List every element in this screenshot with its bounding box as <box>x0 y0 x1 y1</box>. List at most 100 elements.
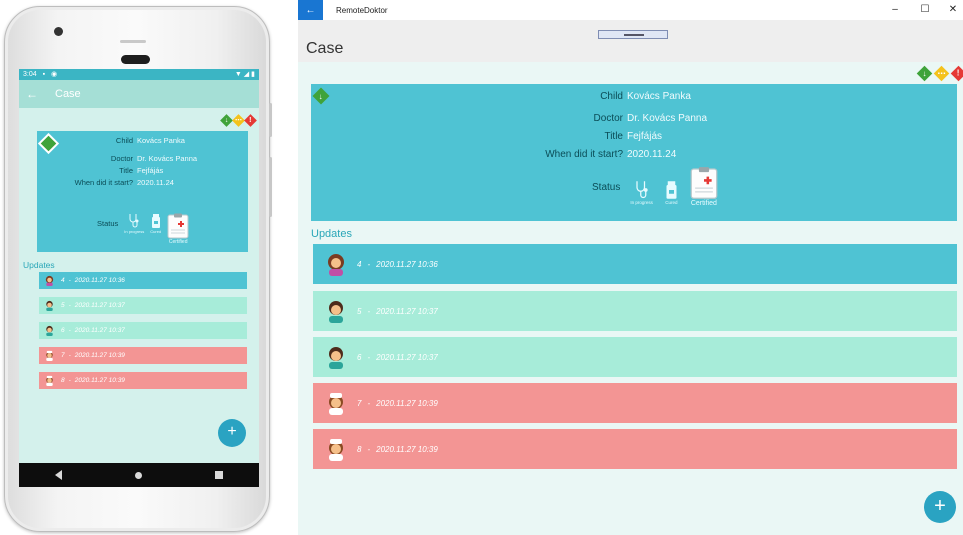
minimize-button[interactable]: – <box>880 0 910 20</box>
priority-high-icon[interactable]: ! <box>244 114 257 127</box>
field-child: Child Kovács Panka <box>37 135 248 147</box>
android-nav-bar <box>19 463 259 487</box>
status-label-certified: Certified <box>690 200 717 207</box>
status-cured[interactable]: Cured <box>150 213 161 234</box>
page-title: Case <box>55 88 81 100</box>
battery-icon: ▮ <box>251 71 255 78</box>
page-title: Case <box>306 40 344 57</box>
volume-button <box>269 103 272 137</box>
update-date: 2020.11.27 10:36 <box>74 277 125 284</box>
update-separator: - <box>367 398 371 408</box>
update-row[interactable]: 6 - 2020.11.27 10:37 <box>39 322 247 339</box>
field-value: Dr. Kovács Panna <box>627 113 708 124</box>
field-label: Title <box>604 131 623 142</box>
priority-medium-icon[interactable]: ⋯ <box>933 65 950 82</box>
update-date: 2020.11.27 10:39 <box>376 398 438 408</box>
field-value: Kovács Panka <box>627 91 691 102</box>
nurse-avatar-icon <box>329 439 343 461</box>
update-id: 5 <box>357 306 362 316</box>
priority-selector: ↓ ⋯ ! <box>220 114 257 127</box>
add-update-button[interactable]: + <box>218 419 246 447</box>
recents-square-icon[interactable] <box>214 471 223 479</box>
medical-certificate-icon <box>690 167 718 199</box>
field-label: When did it start? <box>74 178 133 187</box>
update-row[interactable]: 5 - 2020.11.27 10:37 <box>39 297 247 314</box>
update-row[interactable]: 4 - 2020.11.27 10:36 <box>39 272 247 289</box>
update-row[interactable]: 8 - 2020.11.27 10:39 <box>313 429 957 469</box>
field-title: Title Fejfájás <box>37 165 248 177</box>
field-value: 2020.11.24 <box>137 178 174 187</box>
status-cured[interactable]: Cured <box>665 180 678 205</box>
status-row: Status In progress Cured Certified <box>97 213 195 245</box>
field-start-date: When did it start? 2020.11.24 <box>37 177 248 189</box>
status-in-progress[interactable]: In progress <box>630 180 653 205</box>
status-label-certified: Certified <box>168 239 188 245</box>
status-label: Status <box>97 219 119 228</box>
updates-heading: Updates <box>23 260 55 270</box>
home-circle-icon[interactable] <box>134 471 142 479</box>
maximize-button[interactable]: ☐ <box>910 0 940 20</box>
stethoscope-icon <box>129 214 139 228</box>
update-id: 8 <box>61 377 65 384</box>
add-update-button[interactable]: + <box>924 491 956 523</box>
field-label: Title <box>119 166 133 175</box>
nurse-avatar-icon <box>46 350 53 361</box>
back-arrow-icon[interactable]: ← <box>19 87 45 101</box>
doctor-avatar-icon <box>329 347 343 369</box>
update-id: 6 <box>61 327 65 334</box>
update-row[interactable]: 4 - 2020.11.27 10:36 <box>313 244 957 284</box>
priority-low-icon[interactable]: ↓ <box>916 65 933 82</box>
field-start-date: When did it start? 2020.11.24 <box>311 146 957 164</box>
phone-screen: 3:04 ▪ ◉ ▼ ◢ ▮ ← Case ↓ ⋯ ! Child Kovács… <box>19 69 259 487</box>
priority-high-icon[interactable]: ! <box>950 65 963 82</box>
doctor-avatar-icon <box>46 325 53 336</box>
update-separator: - <box>68 377 71 384</box>
field-value: 2020.11.24 <box>627 149 677 160</box>
update-date: 2020.11.27 10:37 <box>376 352 438 362</box>
priority-low-icon[interactable]: ↓ <box>220 114 233 127</box>
update-date: 2020.11.27 10:37 <box>376 306 438 316</box>
priority-medium-icon[interactable]: ⋯ <box>232 114 245 127</box>
patient-avatar-icon <box>45 275 54 286</box>
pill-bottle-icon <box>151 214 160 228</box>
status-certified[interactable]: Certified <box>167 213 189 245</box>
update-id: 4 <box>61 277 65 284</box>
power-button <box>269 157 272 217</box>
drag-handle[interactable] <box>598 30 668 39</box>
updates-heading: Updates <box>311 228 352 240</box>
status-time: 3:04 <box>23 71 37 78</box>
sim-icon: ▪ <box>42 71 46 78</box>
field-doctor: Doctor Dr. Kovács Panna <box>37 153 248 165</box>
update-row[interactable]: 8 - 2020.11.27 10:39 <box>39 372 247 389</box>
page-header: Case <box>298 20 963 62</box>
update-separator: - <box>367 259 371 269</box>
update-row[interactable]: 6 - 2020.11.27 10:37 <box>313 337 957 377</box>
speaker <box>121 55 150 64</box>
status-label-cured: Cured <box>665 200 678 205</box>
update-separator: - <box>367 352 371 362</box>
update-row[interactable]: 5 - 2020.11.27 10:37 <box>313 291 957 331</box>
case-card: ↓ Child Kovács Panka Doctor Dr. Kovács P… <box>311 84 957 221</box>
back-triangle-icon[interactable] <box>55 470 63 480</box>
status-certified[interactable]: Certified <box>690 166 718 207</box>
update-date: 2020.11.27 10:37 <box>74 327 125 334</box>
update-row[interactable]: 7 - 2020.11.27 10:39 <box>313 383 957 423</box>
field-label: Child <box>600 91 623 102</box>
back-arrow-icon[interactable]: ← <box>298 0 323 20</box>
app-title: RemoteDoktor <box>336 5 388 15</box>
field-title: Title Fejfájás <box>311 128 957 146</box>
status-in-progress[interactable]: In progress <box>124 213 144 234</box>
update-id: 4 <box>357 259 362 269</box>
status-bar: 3:04 ▪ ◉ ▼ ◢ ▮ <box>19 69 259 80</box>
close-button[interactable]: ✕ <box>938 0 963 20</box>
update-separator: - <box>367 306 371 316</box>
update-date: 2020.11.27 10:39 <box>376 444 438 454</box>
update-row[interactable]: 7 - 2020.11.27 10:39 <box>39 347 247 364</box>
update-id: 6 <box>357 352 362 362</box>
field-label: Doctor <box>593 113 623 124</box>
phone-device: 3:04 ▪ ◉ ▼ ◢ ▮ ← Case ↓ ⋯ ! Child Kovács… <box>4 6 272 532</box>
field-value: Fejfájás <box>137 166 164 175</box>
field-label: Child <box>115 136 133 145</box>
status-label-cured: Cured <box>150 229 162 234</box>
update-id: 5 <box>61 302 65 309</box>
